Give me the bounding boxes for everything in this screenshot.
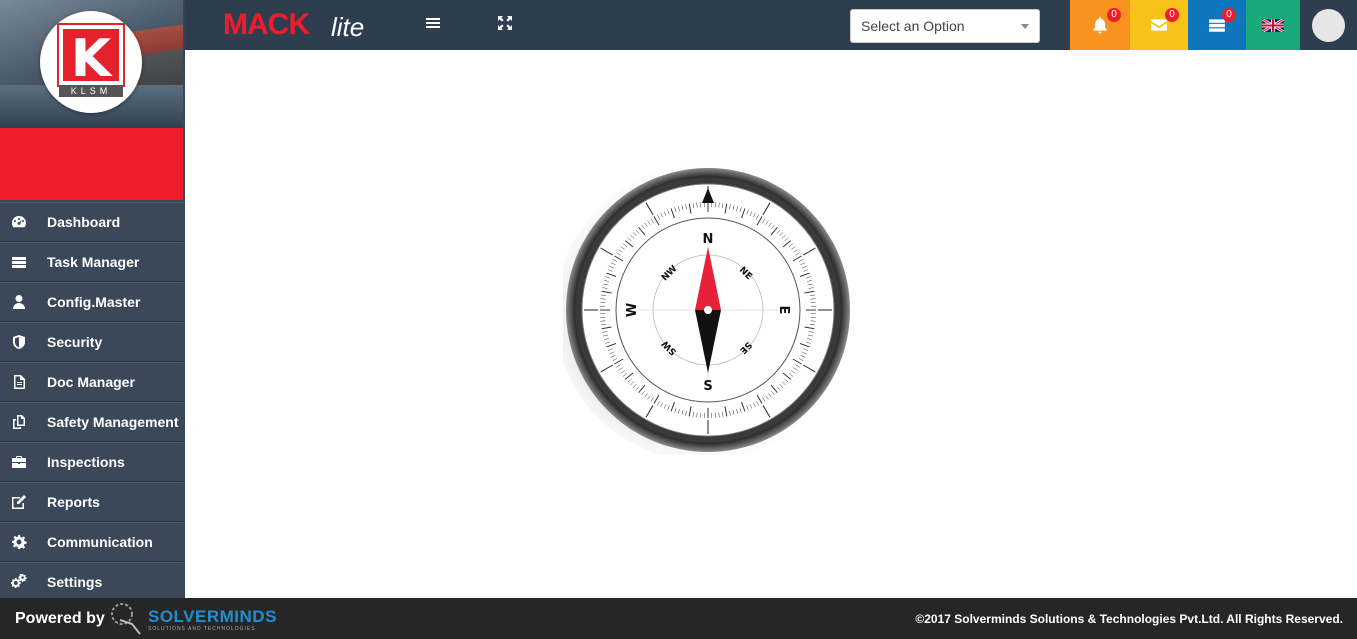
- messages-button[interactable]: 0: [1130, 0, 1188, 50]
- sidebar-item-label: Communication: [47, 534, 153, 550]
- user-avatar[interactable]: [1312, 9, 1345, 42]
- caret-down-icon: [1021, 24, 1029, 29]
- sidebar-item-dashboard[interactable]: Dashboard: [0, 202, 183, 242]
- sidebar: K KLSM Dashboard Task Manager Config.Mas…: [0, 0, 185, 602]
- sidebar-item-label: Doc Manager: [47, 374, 135, 390]
- tasks-icon: [0, 254, 47, 270]
- gears-icon: [0, 574, 47, 590]
- user-icon: [0, 294, 47, 310]
- copy-icon: [0, 414, 47, 430]
- notifications-button[interactable]: 0: [1070, 0, 1130, 50]
- dashboard-icon: [0, 214, 47, 230]
- task-count-badge: 0: [1222, 8, 1236, 22]
- fullscreen-button[interactable]: [497, 15, 517, 35]
- powered-by-label: Powered by: [15, 610, 105, 627]
- shield-icon: [0, 334, 47, 350]
- select-value: Select an Option: [861, 18, 965, 34]
- expand-icon: [498, 16, 512, 30]
- sidebar-item-reports[interactable]: Reports: [0, 482, 183, 522]
- brand-red-band: [0, 128, 183, 200]
- hamburger-icon: [426, 18, 440, 28]
- footer: Powered by SOLVERMINDS SOLUTIONS AND TEC…: [0, 598, 1357, 639]
- app-root: K KLSM Dashboard Task Manager Config.Mas…: [0, 0, 1357, 639]
- sidebar-item-label: Dashboard: [47, 214, 121, 230]
- compass-illustration: N E S W NE SE SW NW: [563, 165, 851, 455]
- document-icon: [0, 374, 47, 390]
- sidebar-item-settings[interactable]: Settings: [0, 562, 183, 602]
- sidebar-item-task-manager[interactable]: Task Manager: [0, 242, 183, 282]
- briefcase-icon: [0, 454, 47, 470]
- edit-icon: [0, 494, 47, 510]
- company-tagline: SOLUTIONS AND TECHNOLOGIES: [148, 626, 256, 632]
- bell-icon: [1093, 17, 1107, 34]
- compass-label-s: S: [703, 379, 712, 394]
- main-content: N E S W NE SE SW NW: [185, 50, 1357, 598]
- sidebar-item-label: Settings: [47, 574, 103, 590]
- sidebar-item-communication[interactable]: Communication: [0, 522, 183, 562]
- sidebar-item-label: Safety Management: [47, 414, 179, 430]
- sidebar-item-doc-manager[interactable]: Doc Manager: [0, 362, 183, 402]
- gear-icon: [0, 534, 47, 550]
- top-header: MACK lite Select an Option 0 0 0: [185, 0, 1357, 50]
- copyright-text: ©2017 Solverminds Solutions & Technologi…: [915, 612, 1343, 626]
- compass-label-w: W: [625, 303, 640, 317]
- gear-head-logo-icon: [111, 603, 141, 635]
- menu-toggle-button[interactable]: [425, 15, 445, 35]
- message-count-badge: 0: [1165, 8, 1179, 22]
- sidebar-item-label: Task Manager: [47, 254, 140, 270]
- language-button[interactable]: [1246, 0, 1300, 50]
- logo-text: KLSM: [59, 85, 123, 97]
- sidebar-item-security[interactable]: Security: [0, 322, 183, 362]
- sidebar-item-label: Security: [47, 334, 103, 350]
- uk-flag-icon: [1262, 18, 1284, 32]
- company-logo[interactable]: K KLSM: [40, 11, 142, 113]
- brand-banner: K KLSM: [0, 0, 183, 128]
- sidebar-nav: Dashboard Task Manager Config.Master Sec…: [0, 202, 183, 602]
- company-name: SOLVERMINDS: [148, 607, 277, 626]
- tasks-button[interactable]: 0: [1188, 0, 1246, 50]
- notification-count-badge: 0: [1107, 8, 1121, 22]
- logo-letter: K: [57, 23, 125, 89]
- sidebar-item-config-master[interactable]: Config.Master: [0, 282, 183, 322]
- app-suffix: lite: [331, 12, 365, 42]
- sidebar-item-label: Reports: [47, 494, 100, 510]
- solverminds-logo[interactable]: SOLVERMINDS SOLUTIONS AND TECHNOLOGIES: [106, 600, 276, 638]
- compass-label-n: N: [703, 232, 714, 247]
- sidebar-item-label: Inspections: [47, 454, 125, 470]
- compass-label-e: E: [776, 306, 791, 315]
- compass-pivot: [704, 306, 712, 314]
- app-name: MACK: [223, 8, 310, 41]
- sidebar-item-label: Config.Master: [47, 294, 141, 310]
- sidebar-item-inspections[interactable]: Inspections: [0, 442, 183, 482]
- option-select[interactable]: Select an Option: [850, 9, 1040, 43]
- sidebar-item-safety-management[interactable]: Safety Management: [0, 402, 183, 442]
